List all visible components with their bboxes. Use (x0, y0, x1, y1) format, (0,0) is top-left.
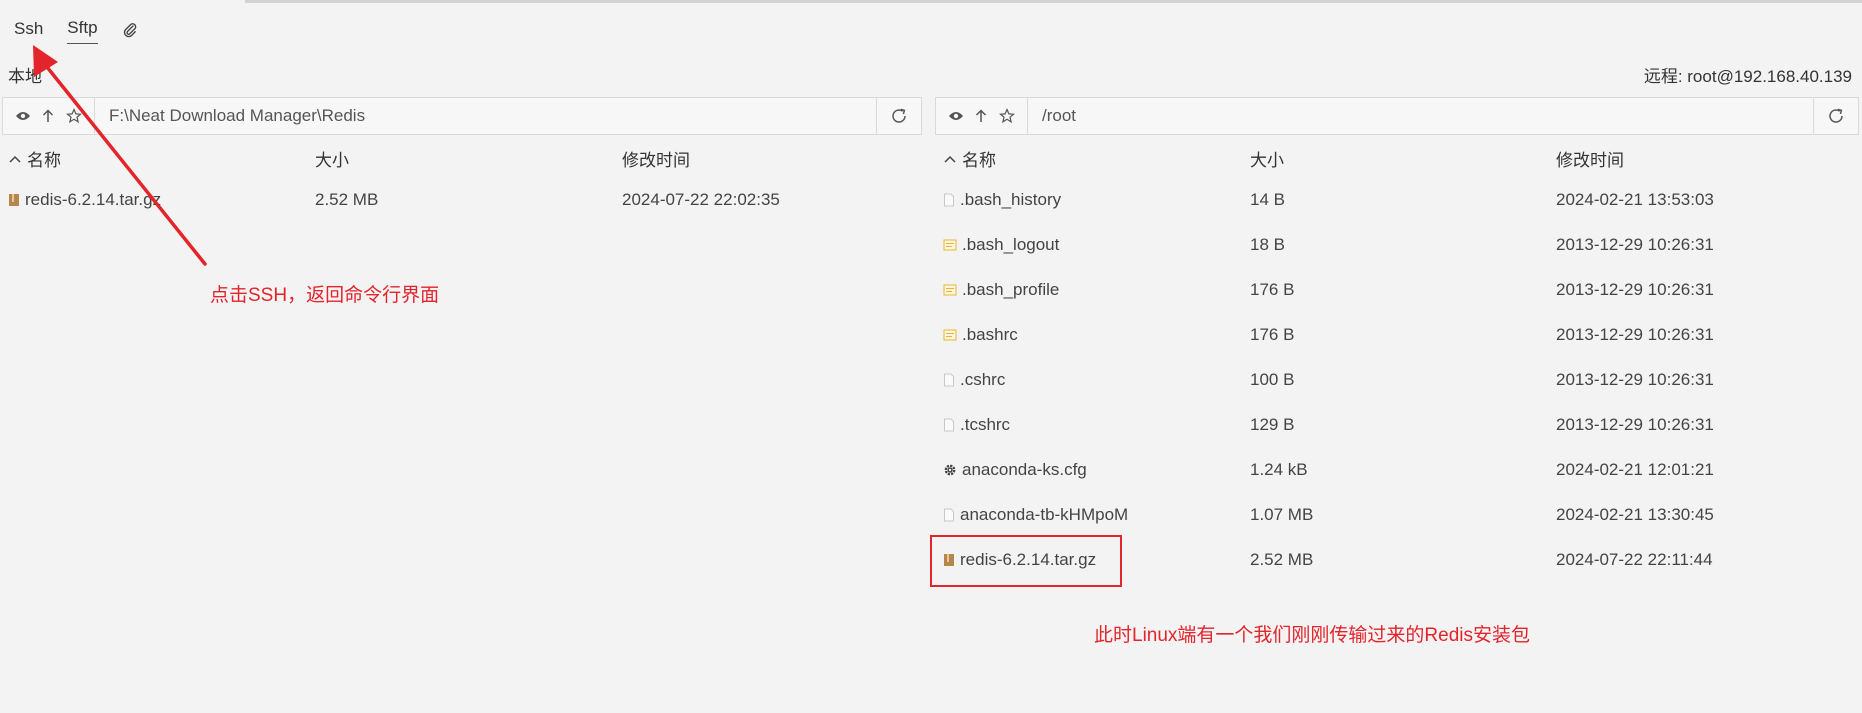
local-path-input[interactable]: F:\Neat Download Manager\Redis (95, 106, 876, 126)
tab-bar: Ssh Sftp (14, 14, 142, 46)
file-icon (944, 418, 954, 432)
gear-icon (944, 464, 956, 476)
remote-file-mtime: 2013-12-29 10:26:31 (1556, 280, 1714, 299)
remote-file-name: .bash_profile (962, 280, 1060, 299)
local-name-header-label: 名称 (27, 151, 61, 170)
remote-file-row[interactable]: .bash_profile 176 B 2013-12-29 10:26:31 (935, 275, 1860, 305)
local-file-row[interactable]: redis-6.2.14.tar.gz 2.52 MB 2024-07-22 2… (0, 185, 925, 215)
local-path-actions (3, 98, 95, 134)
local-mtime-column-header[interactable]: 修改时间 (622, 146, 690, 171)
remote-file-size: 14 B (1250, 190, 1285, 209)
remote-table-header: 名称 大小 修改时间 (935, 146, 1860, 172)
highlight-box (930, 535, 1122, 587)
star-icon[interactable] (66, 108, 83, 124)
file-icon (944, 193, 954, 207)
local-size-column-header[interactable]: 大小 (315, 146, 349, 171)
remote-file-size: 1.07 MB (1250, 505, 1314, 524)
remote-file-size: 2.52 MB (1250, 550, 1314, 569)
remote-file-name: .bashrc (962, 325, 1018, 344)
linux-hint-annotation: 此时Linux端有一个我们刚刚传输过来的Redis安装包 (1094, 625, 1530, 646)
remote-file-name-cell: .bash_logout (943, 230, 1059, 260)
refresh-icon[interactable] (1813, 98, 1858, 134)
remote-file-row[interactable]: .bash_logout 18 B 2013-12-29 10:26:31 (935, 230, 1860, 260)
remote-file-row[interactable]: .tcshrc 129 B 2013-12-29 10:26:31 (935, 410, 1860, 440)
remote-file-size: 1.24 kB (1250, 460, 1308, 479)
remote-file-mtime: 2013-12-29 10:26:31 (1556, 325, 1714, 344)
script-file-icon (943, 284, 957, 296)
remote-size-column-header[interactable]: 大小 (1250, 146, 1284, 171)
sort-ascending-icon (944, 155, 956, 163)
remote-file-row[interactable]: .bash_history 14 B 2024-02-21 13:53:03 (935, 185, 1860, 215)
script-file-icon (943, 239, 957, 251)
remote-file-name-cell: anaconda-tb-kHMpoM (943, 500, 1128, 530)
remote-file-name: .bash_logout (962, 235, 1060, 254)
remote-file-name-cell: .tcshrc (943, 410, 1010, 440)
top-divider (245, 0, 1862, 3)
local-file-mtime: 2024-07-22 22:02:35 (622, 190, 780, 209)
remote-file-row[interactable]: anaconda-tb-kHMpoM 1.07 MB 2024-02-21 13… (935, 500, 1860, 530)
local-name-column-header[interactable]: 名称 (8, 146, 61, 171)
remote-file-name-cell: .cshrc (943, 365, 1005, 395)
remote-file-size: 129 B (1250, 415, 1295, 434)
remote-file-row[interactable]: anaconda-ks.cfg 1.24 kB 2024-02-21 12:01… (935, 455, 1860, 485)
file-icon (944, 373, 954, 387)
remote-file-size: 176 B (1250, 325, 1295, 344)
refresh-icon[interactable] (876, 98, 921, 134)
up-arrow-icon[interactable] (42, 109, 54, 123)
remote-name-column-header[interactable]: 名称 (943, 146, 996, 171)
tab-ssh[interactable]: Ssh (14, 17, 43, 44)
remote-file-size: 18 B (1250, 235, 1285, 254)
local-file-name-cell: redis-6.2.14.tar.gz (8, 185, 161, 215)
remote-file-mtime: 2013-12-29 10:26:31 (1556, 370, 1714, 389)
remote-file-row[interactable]: .bashrc 176 B 2013-12-29 10:26:31 (935, 320, 1860, 350)
local-path-bar: F:\Neat Download Manager\Redis (2, 97, 922, 135)
local-table-header: 名称 大小 修改时间 (0, 146, 925, 172)
remote-file-mtime: 2013-12-29 10:26:31 (1556, 415, 1714, 434)
remote-mtime-column-header[interactable]: 修改时间 (1556, 146, 1624, 171)
remote-file-name-cell: .bashrc (943, 320, 1018, 350)
eye-icon[interactable] (948, 110, 964, 122)
remote-file-mtime: 2024-02-21 13:30:45 (1556, 505, 1714, 524)
archive-icon (9, 194, 19, 206)
remote-file-name-cell: .bash_profile (943, 275, 1059, 305)
remote-path-input[interactable]: /root (1028, 106, 1813, 126)
script-file-icon (943, 329, 957, 341)
local-label: 本地 (8, 67, 42, 86)
star-icon[interactable] (999, 108, 1016, 124)
remote-file-mtime: 2024-02-21 13:53:03 (1556, 190, 1714, 209)
eye-icon[interactable] (15, 110, 31, 122)
sort-ascending-icon (9, 155, 21, 163)
remote-path-bar: /root (935, 97, 1859, 135)
remote-file-size: 176 B (1250, 280, 1295, 299)
up-arrow-icon[interactable] (975, 109, 987, 123)
tab-sftp[interactable]: Sftp (67, 16, 98, 44)
remote-path-actions (936, 98, 1028, 134)
remote-file-name: .bash_history (960, 190, 1062, 209)
paperclip-icon[interactable] (122, 20, 142, 40)
remote-file-name-cell: anaconda-ks.cfg (943, 455, 1087, 485)
remote-file-name: anaconda-tb-kHMpoM (960, 505, 1129, 524)
remote-file-name: .tcshrc (960, 415, 1011, 434)
remote-name-header-label: 名称 (962, 151, 996, 170)
remote-file-mtime: 2024-02-21 12:01:21 (1556, 460, 1714, 479)
remote-label: 远程: root@192.168.40.139 (1643, 67, 1852, 86)
remote-file-name: .cshrc (960, 370, 1006, 389)
local-file-name: redis-6.2.14.tar.gz (25, 190, 162, 209)
remote-file-name: anaconda-ks.cfg (962, 460, 1087, 479)
ssh-hint-annotation: 点击SSH，返回命令行界面 (210, 285, 440, 306)
remote-file-row[interactable]: .cshrc 100 B 2013-12-29 10:26:31 (935, 365, 1860, 395)
file-icon (944, 508, 954, 522)
remote-file-mtime: 2013-12-29 10:26:31 (1556, 235, 1714, 254)
remote-file-name-cell: .bash_history (943, 185, 1061, 215)
local-file-size: 2.52 MB (315, 190, 379, 209)
remote-file-size: 100 B (1250, 370, 1295, 389)
remote-file-mtime: 2024-07-22 22:11:44 (1556, 550, 1713, 569)
